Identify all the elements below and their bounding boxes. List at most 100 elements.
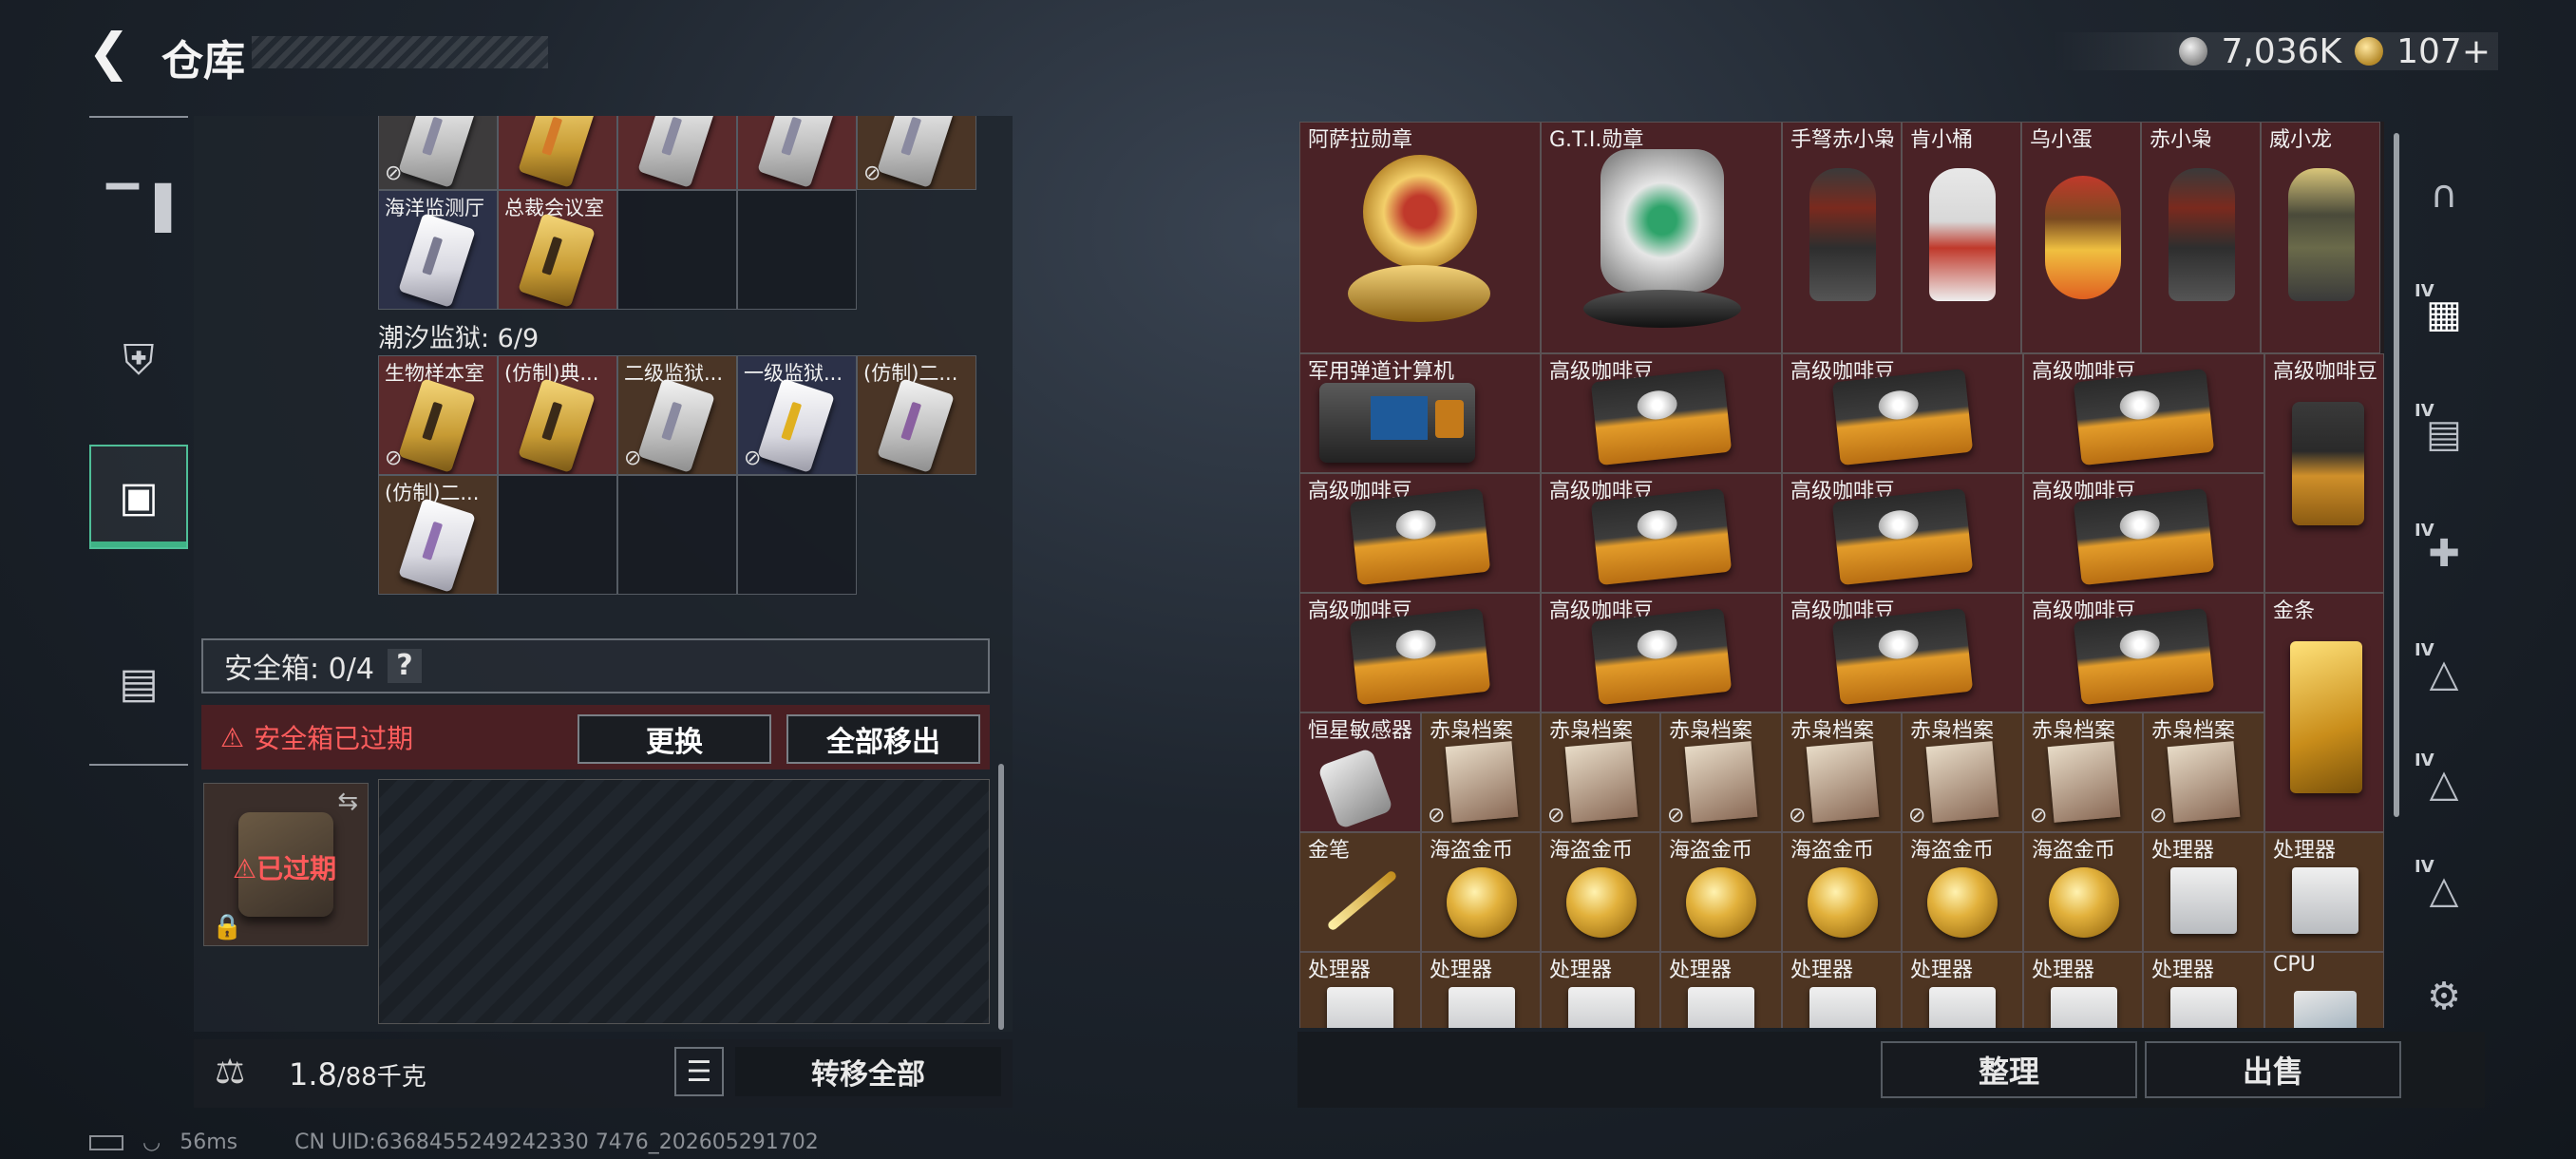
rnav-folder[interactable]: IV ▤	[2403, 391, 2485, 477]
item-cell[interactable]: 军用弹道计算机	[1299, 353, 1541, 473]
left-scrollbar[interactable]	[998, 764, 1004, 1030]
keycard-cell[interactable]: (仿制)二...	[378, 475, 498, 595]
list-view-button[interactable]: ☰	[674, 1047, 724, 1096]
tier-label: IV	[2415, 750, 2434, 770]
item-cell[interactable]: 赤枭档案 ⊘	[1660, 712, 1782, 832]
empty-slot[interactable]	[737, 190, 857, 310]
item-cell[interactable]: 赤枭档案 ⊘	[1421, 712, 1541, 832]
item-cell[interactable]: 处理器	[1782, 952, 1902, 1028]
item-label: 海盗金币	[1430, 839, 1514, 863]
item-cell[interactable]: 恒星敏感器	[1299, 712, 1421, 832]
item-cell[interactable]: 肯小桶	[1902, 122, 2021, 353]
keycard-cell[interactable]: 二级监狱... ⊘	[617, 355, 737, 475]
item-cell[interactable]: 高级咖啡豆	[1782, 473, 2023, 593]
item-cell[interactable]: 高级咖啡豆	[2264, 353, 2384, 593]
nav-armor[interactable]: ⛨	[89, 308, 188, 412]
rnav-case[interactable]: IV ▦	[2403, 272, 2485, 357]
item-cell[interactable]: 海盗金币	[2023, 832, 2143, 952]
item-label: 手弩赤小枭	[1790, 128, 1896, 152]
item-cell[interactable]: 赤枭档案 ⊘	[1541, 712, 1660, 832]
item-cell[interactable]: 高级咖啡豆	[1782, 593, 2023, 712]
item-cell[interactable]: 威小龙	[2261, 122, 2380, 353]
safebox-item[interactable]: ⇆ ⚠已过期 🔒	[203, 783, 369, 946]
no-use-icon: ⊘	[2030, 804, 2048, 827]
item-cell[interactable]: 海盗金币	[1421, 832, 1541, 952]
item-cell[interactable]: 高级咖啡豆	[2023, 473, 2264, 593]
item-cell[interactable]: 处理器	[2143, 952, 2264, 1028]
item-cell[interactable]: 乌小蛋	[2021, 122, 2141, 353]
item-cell[interactable]: 高级咖啡豆	[2023, 593, 2264, 712]
item-cell[interactable]: 赤枭档案 ⊘	[2023, 712, 2143, 832]
item-cell[interactable]: 赤小枭	[2141, 122, 2261, 353]
help-button[interactable]: ?	[387, 649, 422, 683]
item-cell[interactable]: 海盗金币	[1660, 832, 1782, 952]
item-cell[interactable]: CPU	[2264, 952, 2384, 1028]
rnav-helmet[interactable]: ∩	[2403, 152, 2485, 238]
item-cell[interactable]: 处理器	[2023, 952, 2143, 1028]
item-cell[interactable]: 高级咖啡豆	[1541, 593, 1782, 712]
sell-button[interactable]: 出售	[2145, 1041, 2401, 1098]
right-scrollbar[interactable]	[2394, 133, 2399, 817]
silver-coin-icon	[2179, 37, 2208, 66]
rnav-medkit[interactable]: IV ✚	[2403, 511, 2485, 597]
keycard-cell[interactable]: (仿制)二...	[857, 355, 976, 475]
item-cell[interactable]: 海盗金币	[1902, 832, 2023, 952]
keycard-cell[interactable]: ⊘	[378, 116, 498, 190]
item-cell[interactable]: 处理器	[1541, 952, 1660, 1028]
keycard-cell[interactable]: 一级监狱... ⊘	[737, 355, 857, 475]
item-cell[interactable]: 处理器	[1421, 952, 1541, 1028]
empty-slot[interactable]	[617, 190, 737, 310]
medal-stand	[1348, 265, 1490, 322]
item-label: 赤枭档案	[1549, 719, 1634, 743]
empty-slot[interactable]	[498, 475, 617, 595]
item-label: 赤枭档案	[1910, 719, 1995, 743]
item-cell[interactable]: 高级咖啡豆	[1782, 353, 2023, 473]
item-cell[interactable]: 处理器	[2264, 832, 2384, 952]
keycard-cell[interactable]: 生物样本室 ⊘	[378, 355, 498, 475]
gold-amount[interactable]: 107+	[2396, 32, 2491, 71]
move-all-out-button[interactable]: 全部移出	[786, 714, 980, 764]
item-cell[interactable]: 赤枭档案 ⊘	[1902, 712, 2023, 832]
organize-button[interactable]: 整理	[1881, 1041, 2137, 1098]
empty-slot[interactable]	[737, 475, 857, 595]
back-button[interactable]: ❮	[87, 27, 135, 78]
empty-slot[interactable]	[617, 475, 737, 595]
rnav-slot-c[interactable]: IV △	[2403, 847, 2485, 933]
nav-backpack[interactable]: ▣	[89, 445, 188, 549]
keycard-cell[interactable]: 总裁会议室	[498, 190, 617, 310]
keycard-cell[interactable]	[737, 116, 857, 190]
gold-coin-icon	[2355, 37, 2384, 66]
item-cell[interactable]: 赤枭档案 ⊘	[1782, 712, 1902, 832]
keycard-cell[interactable]: (仿制)典...	[498, 355, 617, 475]
keycard-cell[interactable]	[617, 116, 737, 190]
item-cell[interactable]: 金笔	[1299, 832, 1421, 952]
item-cell[interactable]: 高级咖啡豆	[1541, 473, 1782, 593]
item-cell[interactable]: 高级咖啡豆	[2023, 353, 2264, 473]
replace-button[interactable]: 更换	[578, 714, 771, 764]
item-cell[interactable]: 手弩赤小枭	[1782, 122, 1902, 353]
coffee-bag-icon	[1831, 368, 1974, 466]
item-cell[interactable]: 高级咖啡豆	[1299, 473, 1541, 593]
transfer-all-button[interactable]: 转移全部	[735, 1047, 1001, 1096]
keycard-cell[interactable]	[498, 116, 617, 190]
rnav-slot-b[interactable]: IV △	[2403, 741, 2485, 826]
item-cell[interactable]: 海盗金币	[1782, 832, 1902, 952]
item-cell[interactable]: 处理器	[1902, 952, 2023, 1028]
item-cell[interactable]: 高级咖啡豆	[1541, 353, 1782, 473]
item-cell[interactable]: 海盗金币	[1541, 832, 1660, 952]
item-cell[interactable]: G.T.I.勋章	[1541, 122, 1782, 353]
item-cell[interactable]: 高级咖啡豆	[1299, 593, 1541, 712]
keycard-cell[interactable]: 海洋监测厅	[378, 190, 498, 310]
keycard-cell[interactable]: ⊘	[857, 116, 976, 190]
settings-button[interactable]: ⚙	[2403, 954, 2485, 1039]
item-cell[interactable]: 处理器	[2143, 832, 2264, 952]
nav-toolbox[interactable]: ▤	[89, 631, 188, 735]
item-cell[interactable]: 金条	[2264, 593, 2384, 832]
nav-weapons[interactable]: ▔▐	[89, 156, 188, 260]
item-cell[interactable]: 处理器	[1299, 952, 1421, 1028]
rnav-slot-a[interactable]: IV △	[2403, 631, 2485, 716]
item-cell[interactable]: 处理器	[1660, 952, 1782, 1028]
safebox-grid[interactable]	[378, 779, 990, 1024]
item-cell[interactable]: 阿萨拉勋章	[1299, 122, 1541, 353]
item-cell[interactable]: 赤枭档案 ⊘	[2143, 712, 2264, 832]
